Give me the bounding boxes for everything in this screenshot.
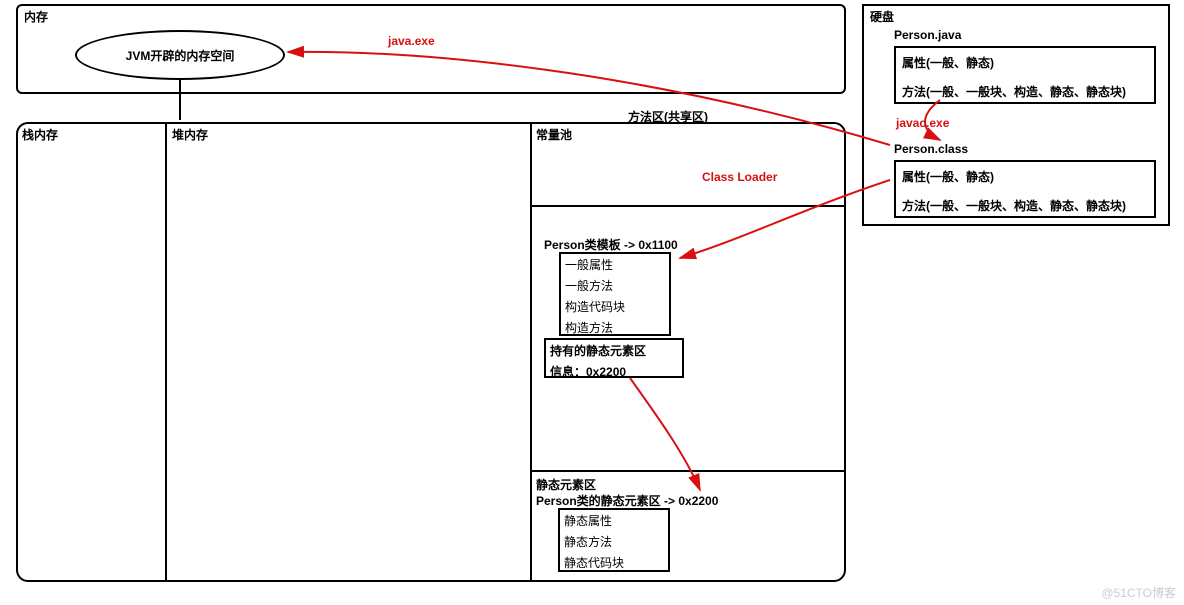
static-hold-box: 持有的静态元素区 信息：0x2200 [544, 338, 684, 378]
constant-pool-label: 常量池 [536, 126, 572, 143]
static-area-title: 静态元素区 [536, 476, 596, 493]
memory-main-box [16, 122, 846, 582]
person-java-label: Person.java [894, 28, 961, 42]
disk-box: 硬盘 Person.java 属性(一般、静态) 方法(一般、一般块、构造、静态… [862, 4, 1170, 226]
stack-label: 栈内存 [22, 126, 58, 143]
watermark: @51CTO博客 [1101, 584, 1176, 601]
jvm-ellipse-label: JVM开辟的内存空间 [126, 47, 235, 64]
static-row-1: 静态属性 [560, 510, 668, 531]
javac-exe-label: javac.exe [896, 116, 949, 130]
static-hold-header: 持有的静态元素区 [546, 340, 682, 361]
static-rows-box: 静态属性 静态方法 静态代码块 [558, 508, 670, 572]
class-loader-label: Class Loader [702, 170, 777, 184]
template-header: Person类模板 -> 0x1100 [544, 236, 678, 253]
person-class-label: Person.class [894, 142, 968, 156]
jvm-ellipse: JVM开辟的内存空间 [75, 30, 285, 80]
template-row-3: 构造代码块 [561, 296, 669, 317]
heap-divider [530, 122, 532, 582]
template-row-2: 一般方法 [561, 275, 669, 296]
static-hold-info: 信息：0x2200 [546, 361, 682, 382]
template-row-1: 一般属性 [561, 254, 669, 275]
static-person-header: Person类的静态元素区 -> 0x2200 [536, 492, 718, 509]
stack-divider [165, 122, 167, 582]
class-box2: 方法(一般、一般块、构造、静态、静态块) [896, 191, 1154, 220]
template-box: 一般属性 一般方法 构造代码块 构造方法 [559, 252, 671, 336]
static-row-3: 静态代码块 [560, 552, 668, 573]
template-row-4: 构造方法 [561, 317, 669, 338]
heap-label: 堆内存 [172, 126, 208, 143]
class-attrs-box: 属性(一般、静态) 方法(一般、一般块、构造、静态、静态块) [894, 160, 1156, 218]
java-attrs-box: 属性(一般、静态) 方法(一般、一般块、构造、静态、静态块) [894, 46, 1156, 104]
disk-title: 硬盘 [870, 8, 894, 25]
java-box2: 方法(一般、一般块、构造、静态、静态块) [896, 77, 1154, 106]
static-divider [530, 470, 846, 472]
java-box1: 属性(一般、静态) [896, 48, 1154, 77]
class-box1: 属性(一般、静态) [896, 162, 1154, 191]
memory-title: 内存 [24, 8, 48, 25]
java-exe-label: java.exe [388, 34, 435, 48]
static-row-2: 静态方法 [560, 531, 668, 552]
const-pool-divider [530, 205, 846, 207]
